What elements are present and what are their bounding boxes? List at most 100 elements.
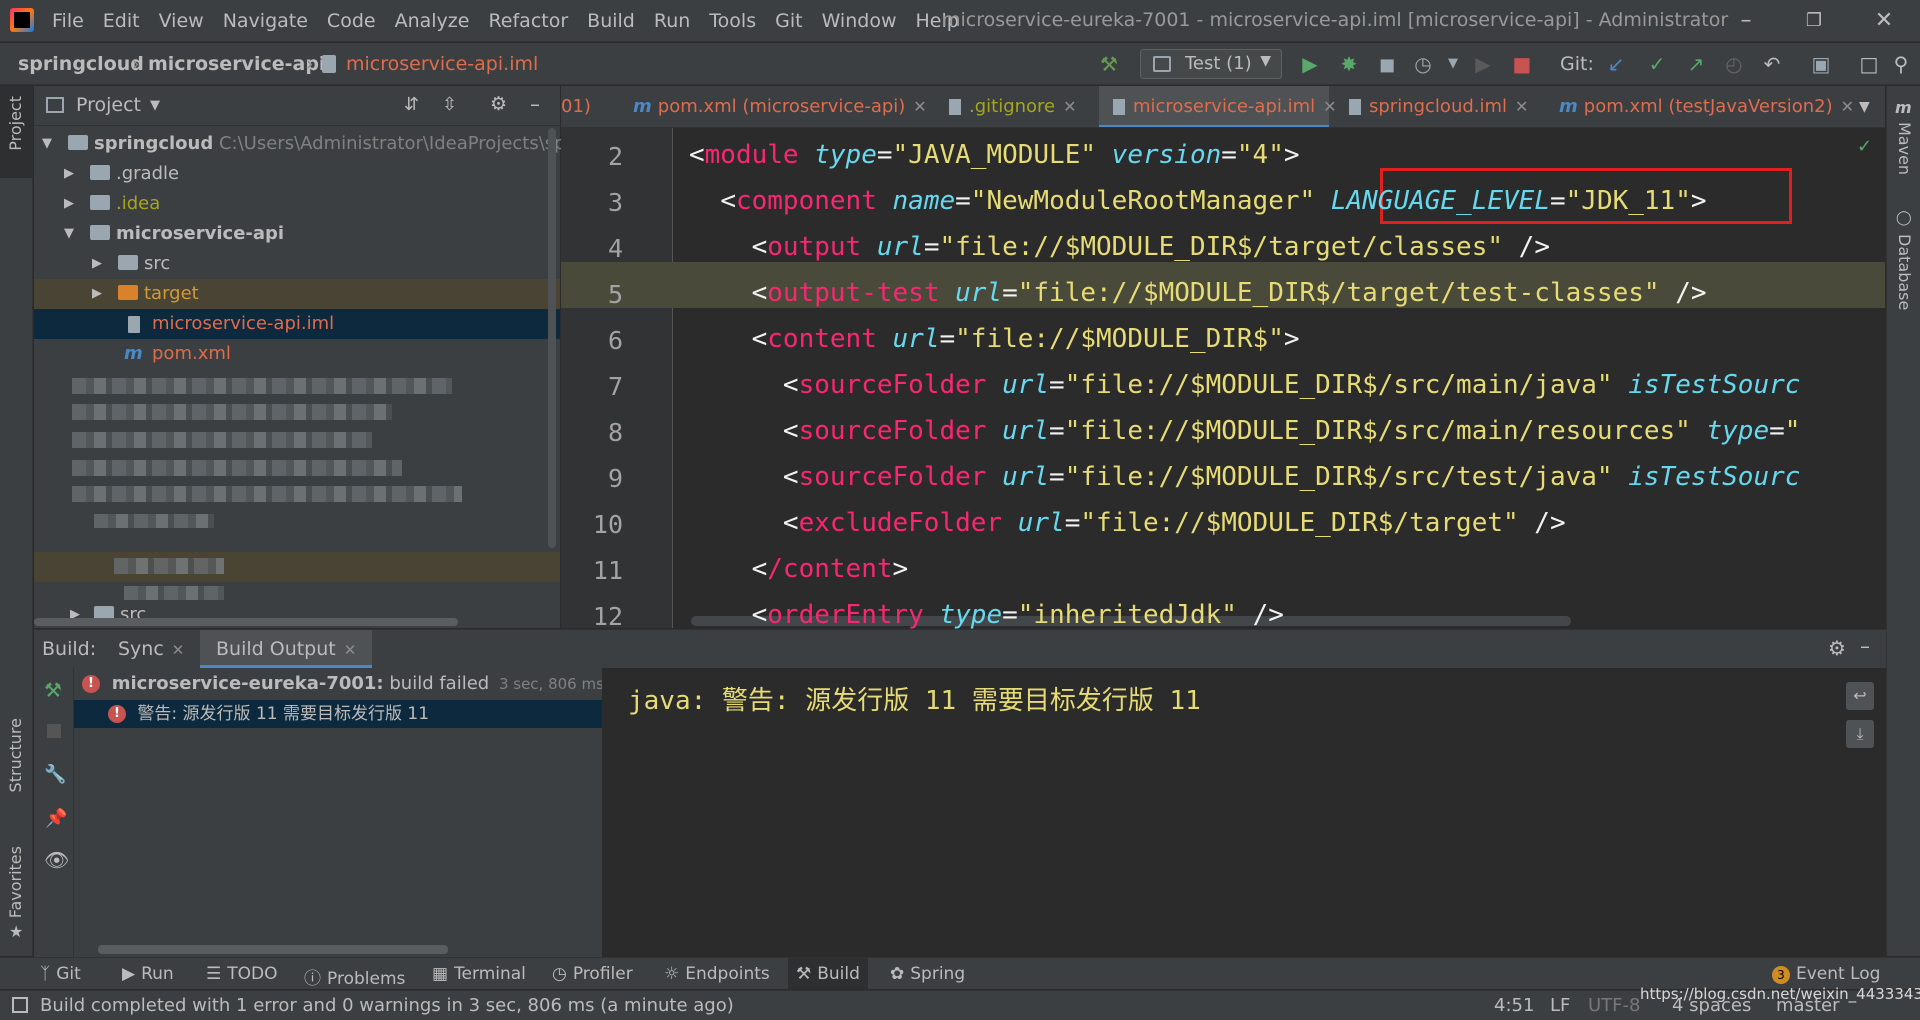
menu-file[interactable]: File — [52, 10, 93, 32]
build-tree-error[interactable]: ! 警告: 源发行版 11 需要目标发行版 11 — [74, 700, 602, 728]
breadcrumb-module[interactable]: microservice-api — [148, 53, 325, 75]
restore-icon[interactable]: ❐ — [1801, 8, 1827, 34]
build-hammer-icon[interactable]: ⚒ — [1096, 51, 1122, 77]
tree-item-iml[interactable]: microservice-api.iml — [34, 309, 560, 339]
editor-tab[interactable]: 01) — [561, 86, 591, 127]
close-tab-icon[interactable]: ✕ — [344, 641, 357, 659]
pin-icon[interactable]: 📌 — [45, 808, 67, 829]
close-tab-icon[interactable]: ✕ — [172, 641, 185, 659]
maven-tool-button[interactable]: Maven — [1895, 122, 1914, 175]
menu-run[interactable]: Run — [654, 10, 699, 32]
git-commit-icon[interactable]: ✓ — [1644, 51, 1670, 77]
chevron-down-icon[interactable]: ▼ — [1440, 51, 1466, 77]
close-tab-icon[interactable]: ✕ — [1323, 97, 1336, 116]
wrench-icon[interactable]: 🔧 — [44, 764, 66, 785]
layout-icon[interactable]: □ — [1856, 51, 1882, 77]
menu-git[interactable]: Git — [775, 10, 811, 32]
tree-item-microservice-api[interactable]: ▼ microservice-api — [34, 219, 560, 249]
minimize-icon[interactable]: – — [1733, 8, 1759, 34]
vertical-scrollbar[interactable] — [548, 128, 556, 548]
hide-panel-icon[interactable]: – — [1860, 634, 1870, 658]
menu-code[interactable]: Code — [327, 10, 385, 32]
git-update-icon[interactable]: ↙ — [1603, 51, 1629, 77]
gear-icon[interactable]: ⚙ — [490, 93, 507, 115]
tree-item-springcloud[interactable]: ▼ springcloud C:\Users\Administrator\Ide… — [34, 129, 578, 159]
code-line[interactable]: <sourceFolder url="file://$MODULE_DIR$/s… — [689, 370, 1801, 400]
expand-all-icon[interactable]: ⇵ — [404, 94, 419, 115]
console-output-line[interactable]: java: 警告: 源发行版 11 需要目标发行版 11 — [628, 680, 1201, 717]
collapse-all-icon[interactable]: ⇳ — [442, 94, 457, 115]
menu-tools[interactable]: Tools — [709, 10, 765, 32]
menu-refactor[interactable]: Refactor — [488, 10, 577, 32]
code-line[interactable]: <content url="file://$MODULE_DIR$"> — [689, 324, 1300, 354]
tree-item-gradle[interactable]: ▶ .gradle — [34, 159, 560, 189]
caret-position[interactable]: 4:51 — [1494, 995, 1534, 1016]
horizontal-scrollbar[interactable] — [98, 945, 448, 954]
toolwindow-profiler[interactable]: ◷ Profiler — [552, 964, 633, 984]
debug-icon[interactable]: ✸ — [1336, 51, 1362, 77]
tab-build-output[interactable]: Build Output ✕ — [200, 630, 373, 668]
close-tab-icon[interactable]: ✕ — [1515, 97, 1528, 116]
tree-item-target[interactable]: ▶ target — [34, 279, 560, 309]
breadcrumb-root[interactable]: springcloud — [18, 53, 144, 75]
close-tab-icon[interactable]: ✕ — [1063, 97, 1076, 116]
status-message[interactable]: Build completed with 1 error and 0 warni… — [40, 995, 734, 1016]
hide-panel-icon[interactable]: – — [530, 92, 540, 116]
code-line[interactable]: <output-test url="file://$MODULE_DIR$/ta… — [689, 278, 1707, 308]
coverage-icon[interactable]: ◼ — [1374, 51, 1400, 77]
menu-analyze[interactable]: Analyze — [395, 10, 479, 32]
build-tree-root[interactable]: ! microservice-eureka-7001: build failed… — [74, 670, 604, 698]
history-icon[interactable]: ◴ — [1721, 51, 1747, 77]
menu-edit[interactable]: Edit — [103, 10, 149, 32]
chevron-down-icon[interactable]: ▼ — [150, 98, 160, 113]
menu-window[interactable]: Window — [822, 10, 906, 32]
horizontal-scrollbar[interactable] — [34, 618, 458, 626]
toolwindow-endpoints[interactable]: ☼ Endpoints — [664, 964, 770, 984]
close-window-icon[interactable]: ✕ — [1871, 8, 1897, 34]
project-structure-icon[interactable]: ▣ — [1808, 51, 1834, 77]
code-line[interactable]: <component name="NewModuleRootManager" L… — [689, 186, 1706, 216]
editor-tab[interactable]: .gitignore ✕ — [949, 86, 1077, 127]
code-line[interactable]: <output url="file://$MODULE_DIR$/target/… — [689, 232, 1550, 262]
soft-wrap-icon[interactable]: ↩ — [1846, 682, 1874, 710]
project-tool-button[interactable]: Project — [6, 96, 25, 151]
editor-tab[interactable]: m pom.xml (microservice-api) ✕ — [633, 86, 927, 127]
editor-tab-active[interactable]: microservice-api.iml ✕ — [1099, 86, 1337, 127]
editor-tab[interactable]: springcloud.iml ✕ — [1349, 86, 1528, 127]
profiler-icon[interactable]: ◷ — [1410, 51, 1436, 77]
scroll-to-end-icon[interactable]: ⤓ — [1846, 720, 1874, 748]
toolwindow-run[interactable]: ▶ Run — [122, 964, 174, 984]
structure-tool-button[interactable]: Structure — [6, 718, 25, 792]
breadcrumb-file[interactable]: microservice-api.iml — [346, 53, 538, 75]
toolwindow-todo[interactable]: ☰ TODO — [206, 964, 278, 984]
file-encoding[interactable]: UTF-8 — [1588, 995, 1640, 1016]
tool-windows-toggle-icon[interactable] — [12, 997, 28, 1013]
favorites-tool-button[interactable]: Favorites — [6, 846, 25, 918]
toolwindow-problems[interactable]: ⓘ Problems — [304, 964, 405, 989]
code-line[interactable]: <sourceFolder url="file://$MODULE_DIR$/s… — [689, 416, 1801, 446]
tree-item-src[interactable]: ▶ src — [34, 249, 560, 279]
menu-view[interactable]: View — [159, 10, 213, 32]
project-view-title[interactable]: Project — [76, 94, 141, 116]
close-tab-icon[interactable]: ✕ — [913, 97, 926, 116]
code-line[interactable]: <excludeFolder url="file://$MODULE_DIR$/… — [689, 508, 1566, 538]
menu-build[interactable]: Build — [587, 10, 644, 32]
toolwindow-git[interactable]: ᛉ Git — [40, 964, 81, 984]
line-separator[interactable]: LF — [1550, 995, 1570, 1016]
code-line[interactable]: <orderEntry type="inheritedJdk" /> — [689, 600, 1284, 630]
git-push-icon[interactable]: ↗ — [1683, 51, 1709, 77]
stop-icon[interactable]: ■ — [1509, 51, 1535, 77]
code-line[interactable]: <sourceFolder url="file://$MODULE_DIR$/s… — [689, 462, 1801, 492]
editor-tab[interactable]: m pom.xml (testJavaVersion2) ✕ — [1559, 86, 1854, 127]
code-line[interactable]: </content> — [689, 554, 909, 584]
gear-icon[interactable]: ⚙ — [1828, 636, 1846, 660]
tabs-dropdown-icon[interactable]: ▼ — [1859, 86, 1870, 127]
toolwindow-spring[interactable]: ✿ Spring — [890, 964, 965, 984]
close-tab-icon[interactable]: ✕ — [1841, 97, 1854, 116]
toolwindow-terminal[interactable]: ▦ Terminal — [432, 964, 526, 984]
code-line[interactable]: <module type="JAVA_MODULE" version="4"> — [689, 140, 1300, 170]
search-icon[interactable]: ⚲ — [1888, 51, 1914, 77]
tree-item-pom[interactable]: m pom.xml — [34, 339, 560, 369]
menu-navigate[interactable]: Navigate — [223, 10, 317, 32]
run-icon[interactable]: ▶ — [1297, 51, 1323, 77]
